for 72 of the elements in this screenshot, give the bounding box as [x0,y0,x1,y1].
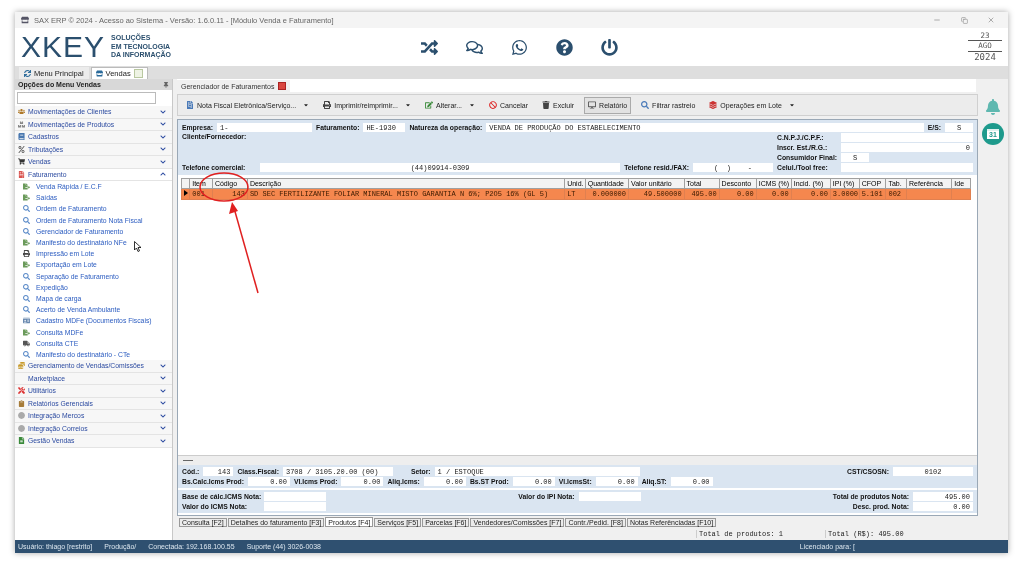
text-field[interactable] [264,502,326,511]
text-field[interactable] [841,133,973,142]
chevron-icon[interactable] [160,171,166,178]
store-icon [95,70,103,77]
chevron-icon[interactable] [160,387,166,394]
chat-icon[interactable] [466,38,483,56]
boxes-icon [18,120,25,128]
document-icon [23,239,30,247]
power-icon[interactable] [601,38,618,56]
caret-icon[interactable] [469,102,476,108]
cursor-icon [134,241,142,252]
text-field[interactable] [264,492,326,501]
cart-icon [18,158,25,166]
document-icon [186,101,194,109]
search-icon [23,227,30,235]
chevron-icon[interactable] [160,412,166,419]
chevron-icon[interactable] [160,108,166,115]
document-icon [23,183,30,191]
text-field[interactable] [578,492,641,501]
caret-icon[interactable] [405,102,411,108]
chevron-icon[interactable] [160,375,166,382]
trash-icon [542,101,551,109]
row-pointer-icon [184,190,188,196]
book-icon [18,133,25,141]
id-card-icon [23,317,30,325]
search-icon [23,205,30,213]
search-icon [641,101,650,109]
chevron-icon[interactable] [160,133,166,140]
pin-icon[interactable] [163,81,169,88]
cancel-icon [489,101,498,109]
date-year: 2024 [973,51,997,63]
chevron-icon[interactable] [160,146,166,153]
shuffle-icon[interactable] [421,38,438,56]
truck-icon [23,339,30,347]
document-icon [23,194,30,202]
search-icon [23,350,30,358]
chevron-icon[interactable] [160,437,166,444]
people-icon [18,108,25,116]
coins-icon [18,362,25,370]
document-icon [23,328,30,336]
search-icon [23,306,30,314]
search-icon [23,283,30,291]
chevron-icon[interactable] [160,158,166,165]
clipboard-icon [18,399,25,407]
document-icon [23,261,30,269]
refresh-icon [24,70,31,77]
chevron-icon[interactable] [160,362,166,369]
splitter-handle[interactable] [183,460,193,461]
document-icon [18,170,25,178]
chevron-icon[interactable] [160,121,166,128]
search-field[interactable] [17,92,156,104]
tools-icon [18,387,25,395]
caret-icon[interactable] [788,102,795,108]
printer-icon [323,101,332,109]
help-icon[interactable] [556,38,573,56]
caret-icon[interactable] [303,102,310,108]
monitor-icon [588,101,597,109]
search-icon [23,272,30,280]
logo: XKEY [21,32,106,62]
close-icon[interactable] [278,82,287,90]
edit-icon [425,101,433,109]
text-field[interactable] [841,163,973,172]
stack-icon [709,101,718,109]
chevron-icon[interactable] [160,425,166,432]
app-icon [21,16,29,24]
search-icon [23,294,30,302]
percent-icon [18,145,25,153]
printer-icon [23,250,30,258]
search-icon [23,216,30,224]
chevron-icon[interactable] [160,400,166,407]
phone-chat-icon[interactable] [511,38,528,56]
sheet-icon [18,437,25,445]
